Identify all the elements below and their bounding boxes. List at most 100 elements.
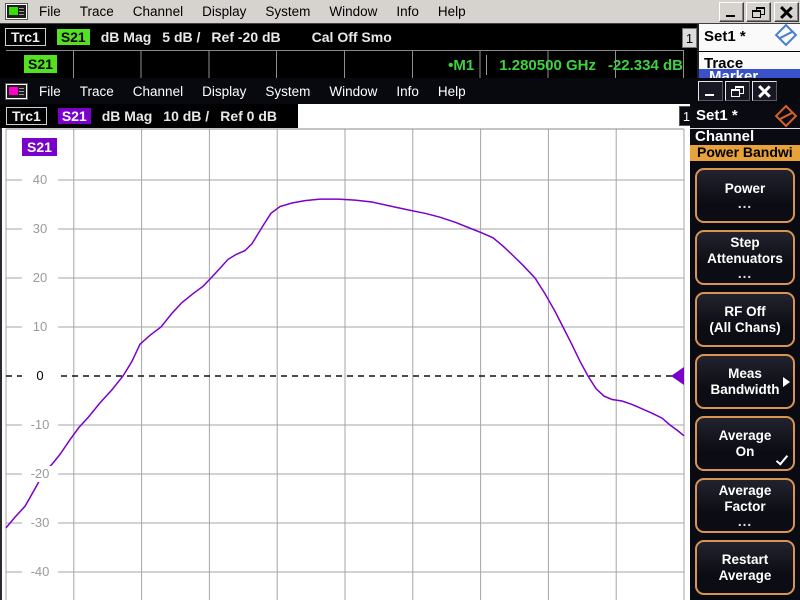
measurement-chip[interactable]: S21 bbox=[56, 29, 90, 45]
softkey-dots: ... bbox=[737, 266, 753, 281]
softkey-power[interactable]: Power ... bbox=[695, 168, 795, 223]
minimize-icon bbox=[705, 94, 714, 96]
menu-help[interactable]: Help bbox=[438, 4, 466, 19]
menu-system[interactable]: System bbox=[265, 4, 310, 19]
y-axis-label: -40 bbox=[22, 564, 58, 580]
scale-label[interactable]: 10 dB / bbox=[163, 108, 209, 124]
softkey-menu-header: Power Bandwi bbox=[690, 145, 800, 161]
menu-display[interactable]: Display bbox=[202, 84, 246, 99]
menu-info[interactable]: Info bbox=[396, 4, 419, 19]
y-axis-label: 20 bbox=[22, 270, 58, 286]
y-axis-label: 40 bbox=[22, 172, 58, 188]
minimize-button[interactable] bbox=[719, 2, 744, 22]
diagram-canvas bbox=[5, 128, 685, 600]
close-icon bbox=[780, 6, 793, 19]
menu-window[interactable]: Window bbox=[329, 4, 377, 19]
y-axis-label: 10 bbox=[22, 319, 58, 335]
softkey-panel: Set1 * Channel Power Bandwi Power ... St… bbox=[690, 104, 800, 600]
softkey-label: Power bbox=[724, 181, 766, 196]
marker-level: -22.334 dB bbox=[607, 56, 683, 74]
channel-number-badge: 1 bbox=[682, 28, 697, 48]
close-button[interactable] bbox=[752, 81, 777, 101]
vna-application: File Trace Channel Display System Window… bbox=[0, 0, 800, 600]
restore-icon bbox=[752, 7, 765, 18]
softkey-step-attenuators[interactable]: Step Attenuators ... bbox=[695, 230, 795, 285]
softkey-restart-average[interactable]: Restart Average bbox=[695, 540, 795, 595]
setup-title-row: Set1 * bbox=[690, 104, 800, 128]
trace-s21-label[interactable]: S21 bbox=[22, 138, 57, 156]
softkey-average-on[interactable]: Average On bbox=[695, 416, 795, 471]
diagram-area[interactable]: S21 40 30 20 10 0 -10 -20 -30 -40 bbox=[0, 128, 690, 600]
marker-frequency: 1.280500 GHz bbox=[499, 56, 596, 74]
format-label[interactable]: dB Mag bbox=[101, 29, 152, 45]
menu-trace[interactable]: Trace bbox=[80, 84, 114, 99]
softkey-group-label: Channel bbox=[690, 128, 800, 145]
instrument-app-icon bbox=[5, 3, 28, 20]
restore-button[interactable] bbox=[725, 81, 750, 101]
softkey-label: RF Off bbox=[724, 303, 766, 319]
checkmark-icon bbox=[775, 452, 789, 466]
marker-name: •M1 bbox=[448, 56, 475, 74]
cal-status-label: Cal Off Smo bbox=[311, 29, 392, 45]
ref-label[interactable]: Ref 0 dB bbox=[220, 108, 277, 124]
softkey-label: Restart bbox=[721, 551, 769, 567]
softkey-label: Factor bbox=[724, 499, 766, 514]
menu-info[interactable]: Info bbox=[396, 84, 419, 99]
softkey-label: Average bbox=[718, 427, 772, 443]
minimize-button[interactable] bbox=[698, 81, 723, 101]
active-window-menubar: File Trace Channel Display System Window… bbox=[0, 78, 800, 104]
restore-button[interactable] bbox=[746, 2, 771, 22]
setup-title-row: Set1 * bbox=[699, 23, 800, 52]
setup-title: Set1 * bbox=[704, 28, 746, 45]
scale-label[interactable]: 5 dB / bbox=[162, 29, 200, 45]
trace-name-badge[interactable]: Trc1 bbox=[5, 28, 46, 46]
softkey-label: On bbox=[735, 443, 755, 459]
setup-title: Set1 * bbox=[696, 107, 738, 124]
softkey-label: (All Chans) bbox=[709, 319, 781, 335]
menu-display[interactable]: Display bbox=[202, 4, 246, 19]
format-label[interactable]: dB Mag bbox=[102, 108, 153, 124]
menu-file[interactable]: File bbox=[39, 84, 61, 99]
instrument-app-icon bbox=[5, 82, 28, 100]
restore-icon bbox=[731, 86, 744, 97]
minimize-icon bbox=[726, 15, 735, 17]
softkey-label: Attenuators bbox=[707, 251, 783, 266]
softkey-label: Step bbox=[730, 235, 760, 250]
y-axis-label: 30 bbox=[22, 221, 58, 237]
rs-logo-icon bbox=[774, 104, 798, 128]
softkey-meas-bandwidth[interactable]: Meas Bandwidth bbox=[695, 354, 795, 409]
menu-system[interactable]: System bbox=[265, 84, 310, 99]
menu-window[interactable]: Window bbox=[329, 84, 377, 99]
softkey-label: Bandwidth bbox=[710, 381, 780, 397]
y-axis-label: -10 bbox=[22, 417, 58, 433]
softkey-average-factor[interactable]: Average Factor ... bbox=[695, 478, 795, 533]
softkey-dots: ... bbox=[737, 514, 753, 529]
y-axis-label: 0 bbox=[22, 368, 58, 384]
background-window-diagram: Trc1 S21 dB Mag 5 dB / Ref -20 dB Cal Of… bbox=[0, 24, 800, 78]
rs-logo-icon bbox=[774, 23, 798, 47]
marker-separator bbox=[486, 55, 488, 75]
panel-item-marker[interactable]: Marker bbox=[699, 69, 800, 78]
menu-channel[interactable]: Channel bbox=[133, 4, 183, 19]
close-icon bbox=[758, 85, 771, 98]
background-side-panel: Set1 * Trace Marker bbox=[697, 23, 800, 78]
trace-info-bar[interactable]: Trc1 S21 dB Mag 10 dB / Ref 0 dB bbox=[0, 104, 298, 128]
reference-level-marker-icon[interactable] bbox=[671, 367, 684, 385]
y-axis-label: -30 bbox=[22, 515, 58, 531]
ref-label[interactable]: Ref -20 dB bbox=[211, 29, 280, 45]
trace-info-row: Trc1 S21 dB Mag 10 dB / Ref 0 dB 1 bbox=[0, 104, 694, 128]
menu-file[interactable]: File bbox=[39, 4, 61, 19]
background-trace-info-bar[interactable]: Trc1 S21 dB Mag 5 dB / Ref -20 dB Cal Of… bbox=[5, 28, 392, 46]
softkey-rf-off[interactable]: RF Off (All Chans) bbox=[695, 292, 795, 347]
softkey-dots: ... bbox=[737, 196, 753, 211]
menu-channel[interactable]: Channel bbox=[133, 84, 183, 99]
background-window-menubar: File Trace Channel Display System Window… bbox=[0, 0, 800, 24]
menu-help[interactable]: Help bbox=[438, 84, 466, 99]
trace-name-badge[interactable]: Trc1 bbox=[6, 107, 47, 125]
y-axis-label: -20 bbox=[22, 466, 58, 482]
menu-trace[interactable]: Trace bbox=[80, 4, 114, 19]
active-window: File Trace Channel Display System Window… bbox=[0, 78, 800, 600]
close-button[interactable] bbox=[774, 2, 799, 22]
softkey-label: Average bbox=[718, 483, 772, 498]
measurement-chip[interactable]: S21 bbox=[57, 108, 91, 124]
